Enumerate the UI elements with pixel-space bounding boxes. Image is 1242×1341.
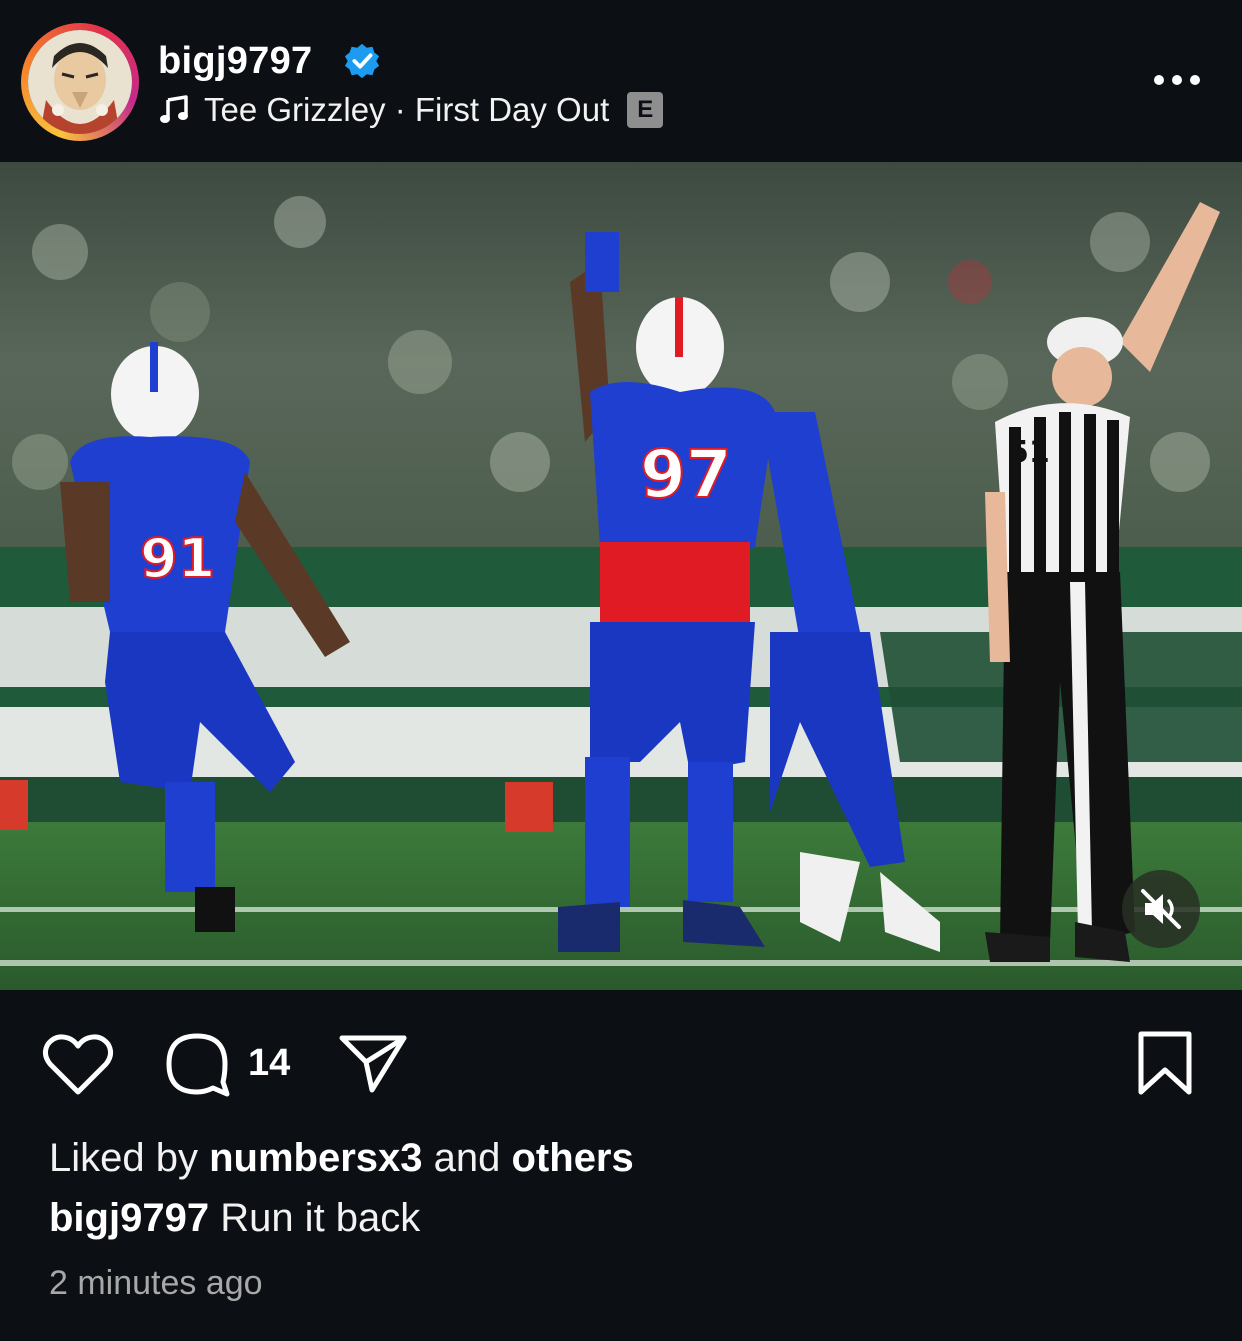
action-bar: 14 (0, 1028, 1242, 1100)
heart-icon[interactable] (42, 1032, 114, 1096)
avatar-image (28, 30, 132, 134)
likes-others[interactable]: others (512, 1136, 634, 1180)
verified-badge-icon (344, 43, 380, 79)
svg-text:91: 91 (140, 527, 215, 590)
story-ring[interactable] (21, 23, 139, 141)
username[interactable]: bigj9797 (158, 40, 312, 83)
likes-prefix: Liked by (49, 1136, 210, 1180)
likes-line[interactable]: Liked by numbersx3 and others (49, 1136, 634, 1181)
mute-button[interactable] (1122, 870, 1200, 948)
comment-icon[interactable] (163, 1030, 231, 1098)
more-options-icon[interactable] (1152, 64, 1202, 96)
timestamp: 2 minutes ago (49, 1264, 263, 1302)
explicit-badge: E (627, 92, 664, 128)
audio-title: Tee Grizzley · First Day Out (204, 91, 610, 128)
svg-text:51: 51 (1008, 435, 1050, 470)
post-image[interactable]: 91 97 51 (0, 162, 1242, 990)
caption-username[interactable]: bigj9797 (49, 1196, 209, 1240)
caption-text: Run it back (209, 1196, 421, 1240)
sports-photo: 91 97 51 (0, 162, 1242, 990)
music-note-icon (160, 95, 188, 123)
post-header: bigj9797 Tee Grizzley · First Day Out E (0, 0, 1242, 162)
svg-text:97: 97 (640, 436, 732, 513)
liker-username[interactable]: numbersx3 (209, 1136, 422, 1180)
muted-speaker-icon (1141, 889, 1181, 929)
send-icon[interactable] (338, 1032, 408, 1094)
comment-count[interactable]: 14 (248, 1042, 290, 1085)
bookmark-icon[interactable] (1136, 1030, 1194, 1096)
likes-middle: and (422, 1136, 512, 1180)
caption: bigj9797 Run it back (49, 1196, 420, 1241)
avatar[interactable] (28, 30, 132, 134)
audio-attribution[interactable]: Tee Grizzley · First Day Out E (158, 91, 664, 128)
